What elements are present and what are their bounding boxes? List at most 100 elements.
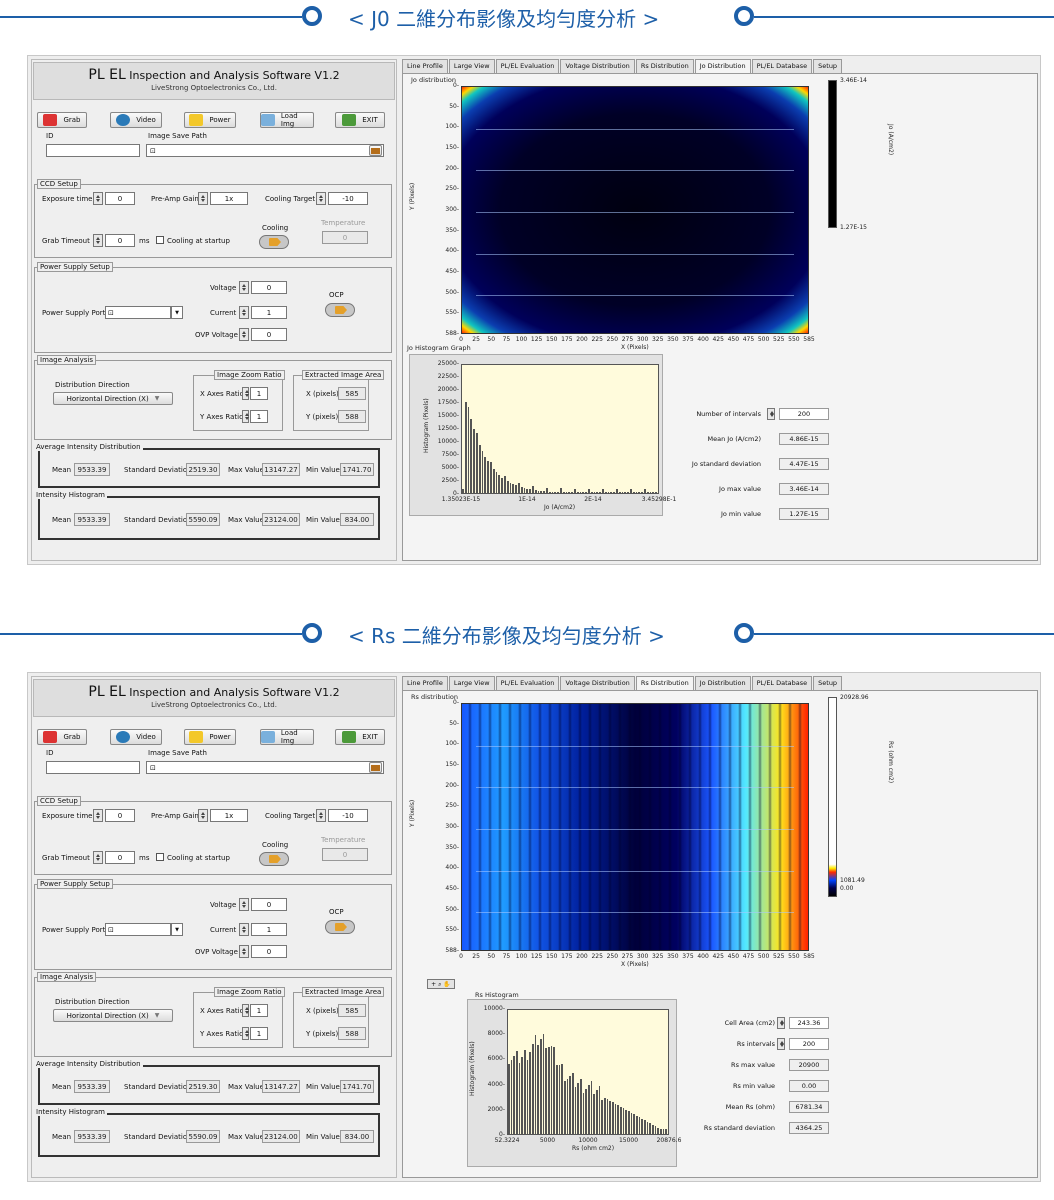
gain-stepper[interactable] bbox=[198, 809, 208, 822]
video-button[interactable]: Video bbox=[110, 112, 162, 128]
exposure-stepper[interactable] bbox=[93, 192, 103, 205]
ovp-field[interactable]: 0 bbox=[251, 328, 287, 341]
histogram-bar bbox=[513, 1055, 516, 1134]
histogram-bar bbox=[590, 491, 593, 493]
grab-timeout-stepper[interactable] bbox=[93, 234, 103, 247]
x-ratio-stepper[interactable] bbox=[242, 1004, 249, 1017]
tab-rs-distribution[interactable]: Rs Distribution bbox=[635, 59, 694, 73]
stat-stepper[interactable] bbox=[767, 408, 775, 420]
graph-palette-tools[interactable]: + ⌕ ✋ bbox=[427, 979, 455, 989]
stat-value[interactable]: 200 bbox=[789, 1038, 829, 1050]
ocp-toggle[interactable] bbox=[325, 920, 355, 934]
cooling-startup-checkbox[interactable] bbox=[156, 853, 164, 861]
direction-select[interactable]: Horizontal Direction (X) ▼ bbox=[53, 392, 173, 405]
tab-pl-el-database[interactable]: PL/EL Database bbox=[751, 676, 813, 690]
browse-folder-button[interactable] bbox=[369, 762, 382, 773]
cooling-target-stepper[interactable] bbox=[316, 809, 326, 822]
tab-rs-distribution[interactable]: Rs Distribution bbox=[635, 676, 694, 691]
voltage-label: Voltage bbox=[210, 901, 237, 909]
tab-line-profile[interactable]: Line Profile bbox=[402, 59, 448, 73]
cooling-toggle[interactable] bbox=[259, 235, 289, 249]
exposure-stepper[interactable] bbox=[93, 809, 103, 822]
y-ratio-field[interactable]: 1 bbox=[250, 410, 268, 423]
grab-timeout-field[interactable]: 0 bbox=[105, 234, 135, 247]
grab-timeout-stepper[interactable] bbox=[93, 851, 103, 864]
power-port-dropdown-button[interactable]: ▼ bbox=[171, 923, 183, 936]
stat-value[interactable]: 243.36 bbox=[789, 1017, 829, 1029]
stat-stepper[interactable] bbox=[777, 1017, 785, 1029]
cooling-target-label: Cooling Target bbox=[265, 195, 316, 203]
voltage-field[interactable]: 0 bbox=[251, 281, 287, 294]
current-stepper[interactable] bbox=[239, 306, 249, 319]
ocp-toggle[interactable] bbox=[325, 303, 355, 317]
tab-jo-distribution[interactable]: Jo Distribution bbox=[694, 59, 751, 74]
voltage-stepper[interactable] bbox=[239, 281, 249, 294]
cooling-startup-checkbox[interactable] bbox=[156, 236, 164, 244]
browse-folder-button[interactable] bbox=[369, 145, 382, 156]
tab-large-view[interactable]: Large View bbox=[448, 59, 495, 73]
gain-field[interactable]: 1x bbox=[210, 809, 248, 822]
cooling-target-field[interactable]: -10 bbox=[328, 192, 368, 205]
exposure-field[interactable]: 0 bbox=[105, 192, 135, 205]
tab-setup[interactable]: Setup bbox=[813, 676, 843, 690]
ovp-stepper[interactable] bbox=[239, 328, 249, 341]
histogram-bar bbox=[601, 1099, 604, 1134]
hist-y-tick: 8000- bbox=[487, 1030, 505, 1038]
gain-field[interactable]: 1x bbox=[210, 192, 248, 205]
exit-button[interactable]: EXIT bbox=[335, 729, 385, 745]
x-tick-label: 500 bbox=[757, 953, 770, 960]
hist-y-tick: 5000- bbox=[441, 464, 459, 471]
grab-button[interactable]: Grab bbox=[37, 729, 87, 745]
tab-setup[interactable]: Setup bbox=[813, 59, 843, 73]
load-image-button[interactable]: Load Img bbox=[260, 112, 314, 128]
tab-pl-el-evaluation[interactable]: PL/EL Evaluation bbox=[495, 59, 560, 73]
x-ratio-field[interactable]: 1 bbox=[250, 387, 268, 400]
grab-timeout-field[interactable]: 0 bbox=[105, 851, 135, 864]
ovp-stepper[interactable] bbox=[239, 945, 249, 958]
current-stepper[interactable] bbox=[239, 923, 249, 936]
current-field[interactable]: 1 bbox=[251, 923, 287, 936]
x-ratio-stepper[interactable] bbox=[242, 387, 249, 400]
y-ratio-stepper[interactable] bbox=[242, 1027, 249, 1040]
load-image-button[interactable]: Load Img bbox=[260, 729, 314, 745]
voltage-stepper[interactable] bbox=[239, 898, 249, 911]
y-ratio-field[interactable]: 1 bbox=[250, 1027, 268, 1040]
grab-button[interactable]: Grab bbox=[37, 112, 87, 128]
analysis-panel: Line Profile Large View PL/EL Evaluation Vo… bbox=[402, 59, 1038, 561]
ovp-field[interactable]: 0 bbox=[251, 945, 287, 958]
histogram-bar bbox=[569, 1075, 572, 1134]
save-path-field[interactable]: ⊡ bbox=[146, 144, 384, 157]
power-port-dropdown-button[interactable]: ▼ bbox=[171, 306, 183, 319]
stat-value[interactable]: 200 bbox=[779, 408, 829, 420]
voltage-field[interactable]: 0 bbox=[251, 898, 287, 911]
tab-pl-el-database[interactable]: PL/EL Database bbox=[751, 59, 813, 73]
tab-jo-distribution[interactable]: Jo Distribution bbox=[694, 676, 751, 690]
avg-mean-value: 9533.39 bbox=[74, 463, 110, 476]
direction-select[interactable]: Horizontal Direction (X) ▼ bbox=[53, 1009, 173, 1022]
power-port-select[interactable]: ⊡ bbox=[105, 923, 171, 936]
power-button[interactable]: Power bbox=[184, 729, 236, 745]
cooling-toggle[interactable] bbox=[259, 852, 289, 866]
power-port-select[interactable]: ⊡ bbox=[105, 306, 171, 319]
current-field[interactable]: 1 bbox=[251, 306, 287, 319]
gain-stepper[interactable] bbox=[198, 192, 208, 205]
exposure-field[interactable]: 0 bbox=[105, 809, 135, 822]
save-path-field[interactable]: ⊡ bbox=[146, 761, 384, 774]
stat-stepper[interactable] bbox=[777, 1038, 785, 1050]
video-button[interactable]: Video bbox=[110, 729, 162, 745]
cooling-target-field[interactable]: -10 bbox=[328, 809, 368, 822]
tab-line-profile[interactable]: Line Profile bbox=[402, 676, 448, 690]
tab-voltage-distribution[interactable]: Voltage Distribution bbox=[560, 676, 635, 690]
power-button[interactable]: Power bbox=[184, 112, 236, 128]
x-tick-label: 175 bbox=[561, 953, 573, 960]
tab-pl-el-evaluation[interactable]: PL/EL Evaluation bbox=[495, 676, 560, 690]
tab-voltage-distribution[interactable]: Voltage Distribution bbox=[560, 59, 635, 73]
x-ratio-field[interactable]: 1 bbox=[250, 1004, 268, 1017]
cooling-target-stepper[interactable] bbox=[316, 192, 326, 205]
exit-button[interactable]: EXIT bbox=[335, 112, 385, 128]
id-field[interactable] bbox=[46, 761, 140, 774]
tab-large-view[interactable]: Large View bbox=[448, 676, 495, 690]
id-field[interactable] bbox=[46, 144, 140, 157]
y-ratio-stepper[interactable] bbox=[242, 410, 249, 423]
hist-std-label: Standard Deviation bbox=[124, 516, 192, 524]
